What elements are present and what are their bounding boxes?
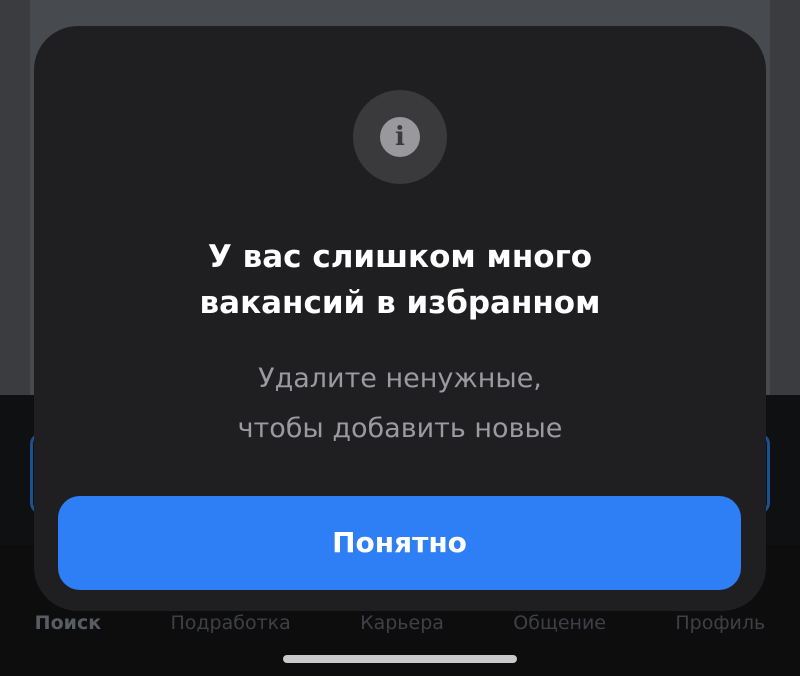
screen: Поиск Подработка Карьера Общение Профиль… xyxy=(0,0,800,676)
tab-bar-items: Поиск Подработка Карьера Общение Профиль xyxy=(0,612,800,634)
dialog-message-line-2: чтобы добавить новые xyxy=(237,413,563,444)
dialog-message-line-1: Удалите ненужные, xyxy=(258,363,542,394)
dialog-title-line-1: У вас слишком много xyxy=(207,239,593,275)
tab-profile[interactable]: Профиль xyxy=(675,612,765,634)
tab-chat[interactable]: Общение xyxy=(513,612,606,634)
got-it-button[interactable]: Понятно xyxy=(58,496,741,590)
tab-search[interactable]: Поиск xyxy=(35,612,101,634)
tab-side-jobs[interactable]: Подработка xyxy=(170,612,290,634)
favorites-limit-dialog: i У вас слишком много вакансий в избранн… xyxy=(34,26,766,611)
info-icon-container: i xyxy=(353,90,447,184)
home-indicator[interactable] xyxy=(283,655,517,663)
dialog-title-line-2: вакансий в избранном xyxy=(199,285,601,321)
info-icon: i xyxy=(380,117,420,157)
dialog-message: Удалите ненужные, чтобы добавить новые xyxy=(34,354,766,454)
dialog-title: У вас слишком много вакансий в избранном xyxy=(34,234,766,326)
tab-career[interactable]: Карьера xyxy=(360,612,444,634)
